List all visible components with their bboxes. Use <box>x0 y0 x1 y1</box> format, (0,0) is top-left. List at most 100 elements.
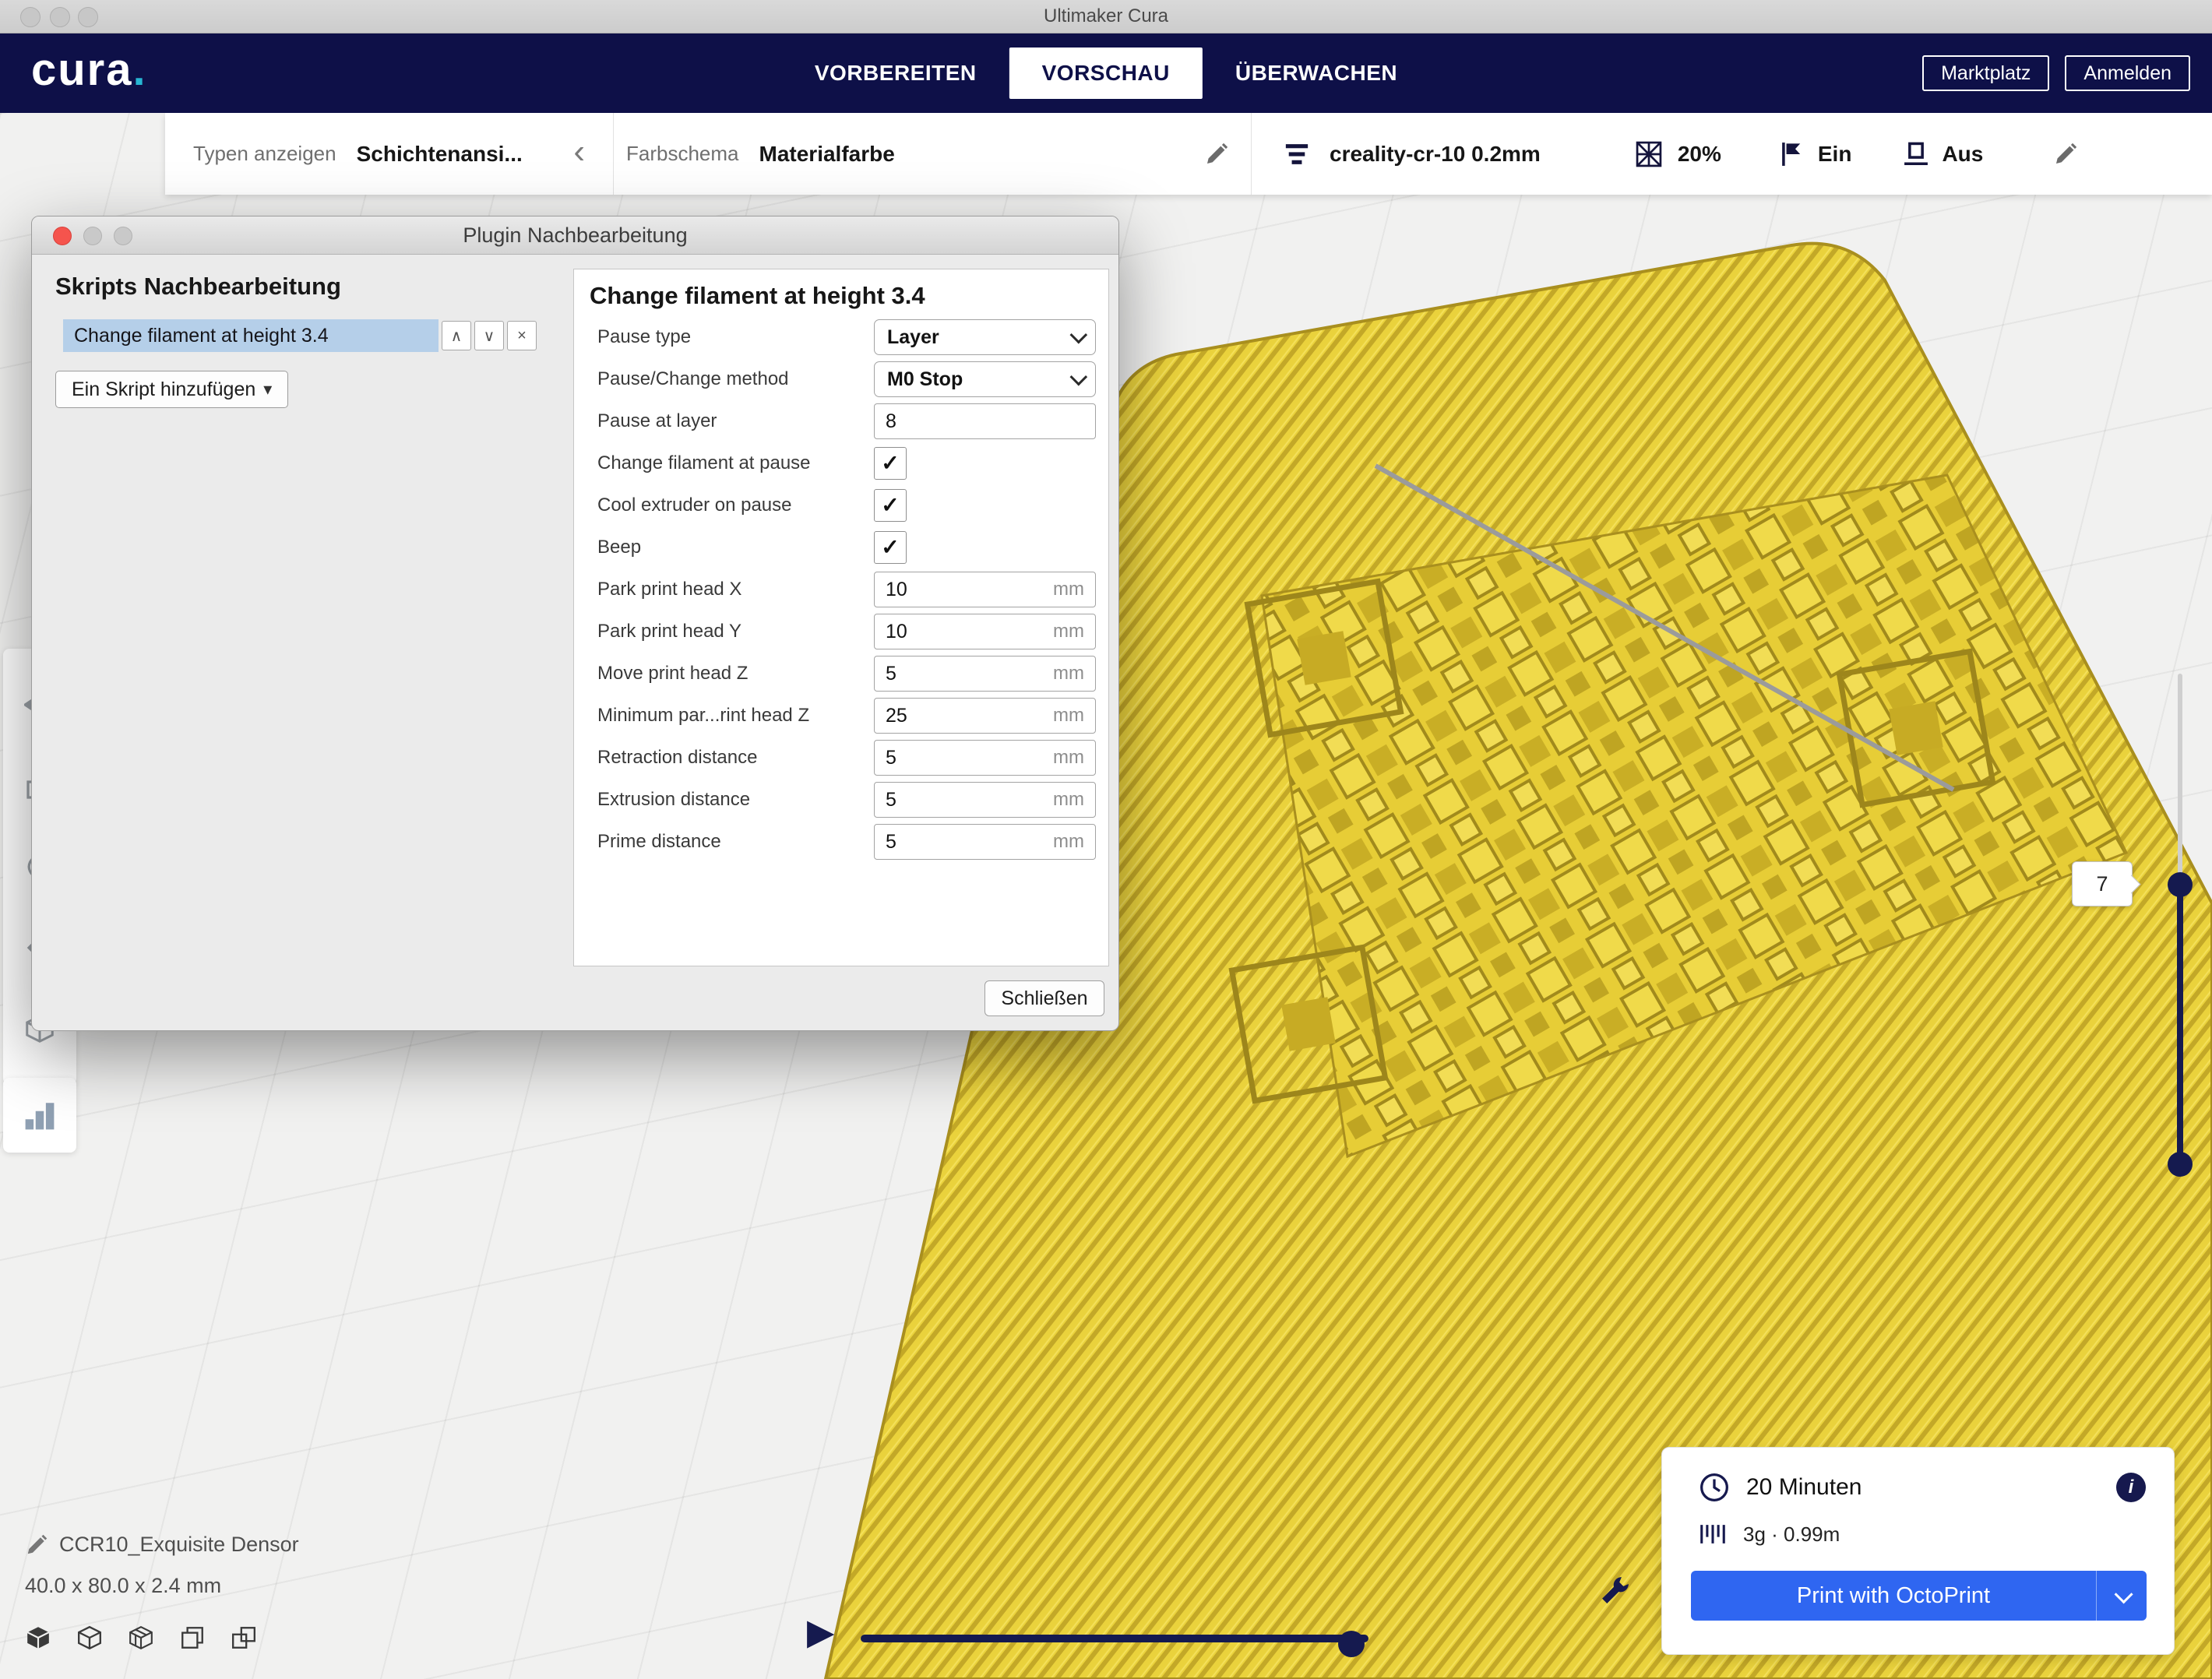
scripts-heading: Skripts Nachbearbeitung <box>55 273 341 301</box>
script-move-down-button[interactable]: ∨ <box>474 321 504 350</box>
script-remove-button[interactable]: × <box>507 321 537 350</box>
dialog-title-bar[interactable]: Plugin Nachbearbeitung <box>32 216 1118 255</box>
field-row-change-filament-at-pause: Change filament at pause ✓ <box>574 442 1108 484</box>
field-row-extrusion-distance: Extrusion distance5mm <box>574 779 1108 821</box>
model-cube-grid-icon[interactable] <box>128 1624 154 1651</box>
support-value: Ein <box>1818 142 1852 167</box>
play-button[interactable]: ▶ <box>807 1614 834 1649</box>
marketplace-button[interactable]: Marktplatz <box>1922 55 2049 91</box>
input-unit: mm <box>1053 831 1084 853</box>
color-scheme-value: Materialfarbe <box>759 142 895 167</box>
adhesion-value: Aus <box>1942 142 1983 167</box>
minimum-par-rint-head-z-input[interactable]: 25mm <box>874 698 1096 734</box>
pause-type-select[interactable]: Layer <box>874 319 1096 355</box>
edit-pencil-icon[interactable] <box>1204 142 1229 167</box>
field-label: Prime distance <box>597 831 874 853</box>
cool-extruder-on-pause-checkbox[interactable]: ✓ <box>874 489 907 522</box>
print-with-octoprint-button[interactable]: Print with OctoPrint <box>1691 1571 2147 1621</box>
window-title: Ultimaker Cura <box>0 0 2212 33</box>
chevron-left-icon[interactable]: ‹ <box>573 135 585 169</box>
field-row-move-print-head-z: Move print head Z5mm <box>574 653 1108 695</box>
field-label: Pause/Change method <box>597 368 874 390</box>
color-scheme-label: Farbschema <box>626 142 739 166</box>
print-time-value: 20 Minuten <box>1746 1474 1862 1501</box>
header-buttons: Marktplatz Anmelden <box>1922 33 2190 113</box>
input-value: 5 <box>875 831 896 854</box>
field-label: Cool extruder on pause <box>597 495 874 516</box>
park-print-head-x-input[interactable]: 10mm <box>874 572 1096 607</box>
color-scheme-selector[interactable]: Farbschema Materialfarbe <box>614 113 1251 195</box>
add-script-button[interactable]: Ein Skript hinzufügen ▾ <box>55 371 288 408</box>
tool-panel-extra[interactable] <box>3 1078 76 1153</box>
field-row-pause-type: Pause typeLayer <box>574 316 1108 358</box>
script-move-up-button[interactable]: ∧ <box>442 321 471 350</box>
field-label: Move print head Z <box>597 663 874 685</box>
input-unit: mm <box>1053 579 1084 600</box>
dialog-close-action-button[interactable]: Schließen <box>984 980 1104 1016</box>
input-value: 8 <box>875 410 896 433</box>
add-script-label: Ein Skript hinzufügen <box>72 378 255 401</box>
print-time-row: 20 Minuten <box>1698 1471 1862 1504</box>
chevron-down-icon <box>1070 326 1088 344</box>
field-label: Pause type <box>597 326 874 348</box>
change-filament-at-pause-checkbox[interactable]: ✓ <box>874 447 907 480</box>
print-settings-tools-icon[interactable] <box>1597 1573 1633 1613</box>
script-list: Change filament at height 3.4 ∧ ∨ × <box>63 319 537 352</box>
model-group-icon[interactable] <box>231 1624 257 1651</box>
field-label: Park print head X <box>597 579 874 600</box>
input-value: 5 <box>875 747 896 769</box>
layer-slider-lower-handle[interactable] <box>2168 1152 2193 1177</box>
input-value: 5 <box>875 789 896 811</box>
cura-logo: cura. <box>31 44 147 96</box>
simulation-slider-handle[interactable] <box>1338 1631 1365 1657</box>
post-processing-dialog: Plugin Nachbearbeitung Skripts Nachbearb… <box>31 216 1119 1031</box>
print-settings-summary[interactable]: creality-cr-10 0.2mm 20% Ein Aus <box>1252 113 2212 195</box>
move-print-head-z-input[interactable]: 5mm <box>874 656 1096 692</box>
field-row-park-print-head-y: Park print head Y10mm <box>574 611 1108 653</box>
model-list <box>25 1624 257 1651</box>
printer-profile-value: creality-cr-10 0.2mm <box>1330 142 1541 167</box>
field-row-prime-distance: Prime distance5 mm <box>574 821 1108 863</box>
retraction-distance-input[interactable]: 5mm <box>874 740 1096 776</box>
field-label: Change filament at pause <box>597 452 874 474</box>
input-value: 25 <box>875 705 907 727</box>
field-label: Retraction distance <box>597 747 874 769</box>
tab-preview[interactable]: VORSCHAU <box>1009 48 1203 99</box>
pause-at-layer-input[interactable]: 8 <box>874 403 1096 439</box>
model-cube-outline-icon[interactable] <box>76 1624 103 1651</box>
material-usage-row: 3g · 0.99m <box>1698 1519 1840 1549</box>
extrusion-distance-input[interactable]: 5mm <box>874 782 1096 818</box>
os-title-bar: Ultimaker Cura <box>0 0 2212 33</box>
field-row-cool-extruder-on-pause: Cool extruder on pause✓ <box>574 484 1108 526</box>
layer-slider-range[interactable] <box>2177 884 2183 1164</box>
field-label: Minimum par...rint head Z <box>597 705 874 727</box>
adhesion-icon <box>1901 139 1931 169</box>
model-cube-solid-icon[interactable] <box>25 1624 51 1651</box>
info-icon[interactable]: i <box>2116 1473 2146 1502</box>
tab-monitor[interactable]: ÜBERWACHEN <box>1203 48 1430 99</box>
view-type-selector[interactable]: Typen anzeigen Schichtenansi... ‹ <box>165 113 613 195</box>
input-value: 10 <box>875 621 907 643</box>
field-row-park-print-head-x: Park print head X10mm <box>574 568 1108 611</box>
tab-prepare[interactable]: VORBEREITEN <box>782 48 1009 99</box>
beep-checkbox[interactable]: ✓ <box>874 531 907 564</box>
clock-icon <box>1698 1471 1731 1504</box>
prime-distance-input[interactable]: 5 mm <box>874 824 1096 860</box>
check-icon: ✓ <box>881 452 899 474</box>
print-options-dropdown[interactable] <box>2096 1571 2147 1621</box>
edit-settings-pencil-icon[interactable] <box>2053 142 2078 167</box>
pause-change-method-select[interactable]: M0 Stop <box>874 361 1096 397</box>
material-usage-value: 3g · 0.99m <box>1743 1522 1840 1547</box>
park-print-head-y-input[interactable]: 10mm <box>874 614 1096 649</box>
simulation-slider-track[interactable] <box>861 1635 1368 1642</box>
field-label: Park print head Y <box>597 621 874 642</box>
layer-slider-upper-handle[interactable] <box>2168 872 2193 897</box>
rename-pencil-icon[interactable] <box>25 1533 48 1557</box>
script-list-item-selected[interactable]: Change filament at height 3.4 <box>63 319 439 352</box>
dialog-close-button[interactable] <box>53 227 72 245</box>
infill-icon <box>1634 139 1664 169</box>
dialog-title: Plugin Nachbearbeitung <box>32 216 1118 254</box>
model-copies-icon[interactable] <box>179 1624 206 1651</box>
dialog-fields: Pause typeLayerPause/Change methodM0 Sto… <box>574 316 1108 863</box>
signin-button[interactable]: Anmelden <box>2065 55 2190 91</box>
